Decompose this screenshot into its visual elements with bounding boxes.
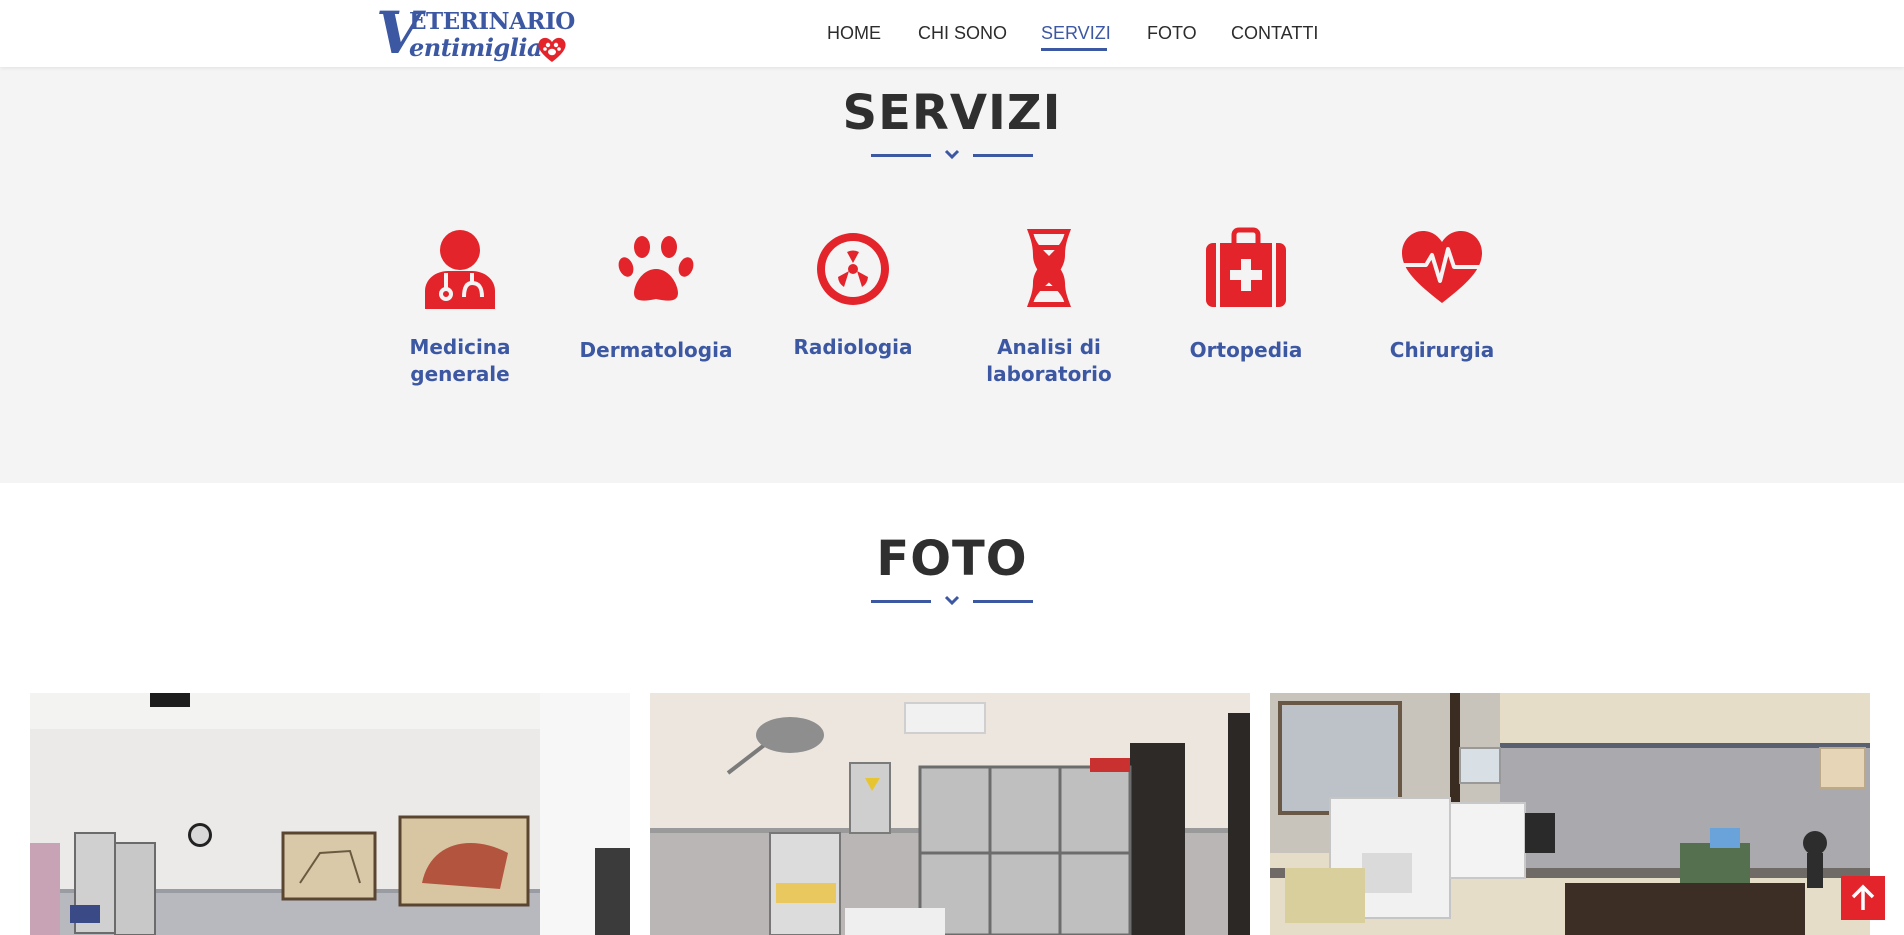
service-label: Ortopedia — [1161, 337, 1331, 364]
clinic-waiting-room-photo[interactable] — [30, 693, 630, 935]
service-label-line-2: generale — [410, 362, 510, 386]
nav-foto[interactable]: FOTO — [1147, 22, 1197, 44]
chevron-down-icon — [944, 595, 960, 606]
doctor-stethoscope-icon — [425, 230, 495, 309]
foto-title: FOTO — [876, 531, 1028, 587]
foto-title-divider — [871, 595, 1033, 609]
heartbeat-icon — [1402, 231, 1482, 303]
radiation-icon — [817, 233, 889, 305]
nav-chi-sono[interactable]: CHI SONO — [918, 22, 1007, 44]
nav-active-underline — [1041, 48, 1107, 51]
divider-line-left — [871, 154, 931, 157]
dna-icon — [1027, 229, 1071, 307]
service-label: Analisi di laboratorio — [964, 334, 1134, 388]
service-label: Chirurgia — [1357, 337, 1527, 364]
servizi-title-divider — [871, 149, 1033, 163]
back-to-top-button[interactable] — [1841, 876, 1885, 920]
chevron-down-icon — [944, 149, 960, 160]
service-label: Medicina generale — [375, 334, 545, 388]
logo-line-1: ETERINARIO — [409, 8, 575, 35]
service-label-line-1: Dermatologia — [579, 338, 733, 362]
foto-section: FOTO — [0, 483, 1904, 935]
logo-line-2: entimiglia — [409, 33, 543, 62]
service-label-line-1: Analisi di — [997, 335, 1101, 359]
service-label-line-1: Medicina — [409, 335, 511, 359]
divider-line-right — [973, 154, 1033, 157]
nav-servizi[interactable]: SERVIZI — [1041, 22, 1111, 44]
nav-home[interactable]: HOME — [827, 22, 881, 44]
service-label-line-1: Chirurgia — [1389, 338, 1495, 362]
photo-image — [1270, 693, 1870, 935]
site-logo[interactable]: V ETERINARIO entimiglia — [376, 4, 575, 64]
service-label-line-2: laboratorio — [986, 362, 1112, 386]
laboratory-photo[interactable] — [1270, 693, 1870, 935]
nav-contatti[interactable]: CONTATTI — [1231, 22, 1318, 44]
photo-image — [30, 693, 630, 935]
service-label-line-1: Ortopedia — [1189, 338, 1303, 362]
service-label-line-1: Radiologia — [793, 335, 913, 359]
paw-icon — [618, 236, 694, 301]
servizi-title: SERVIZI — [842, 85, 1062, 141]
site-header: V ETERINARIO entimiglia HOME CHI SONO SE… — [0, 0, 1904, 67]
logo-heart-paw-icon — [538, 37, 566, 62]
xray-room-photo[interactable] — [650, 693, 1250, 935]
service-label: Radiologia — [768, 334, 938, 361]
first-aid-kit-icon — [1206, 227, 1286, 307]
divider-line-left — [871, 600, 931, 603]
servizi-section: SERVIZI Medicina generale Dermatologia R… — [0, 67, 1904, 483]
photo-image — [650, 693, 1250, 935]
arrow-up-icon — [1851, 884, 1875, 910]
divider-line-right — [973, 600, 1033, 603]
service-label: Dermatologia — [571, 337, 741, 364]
